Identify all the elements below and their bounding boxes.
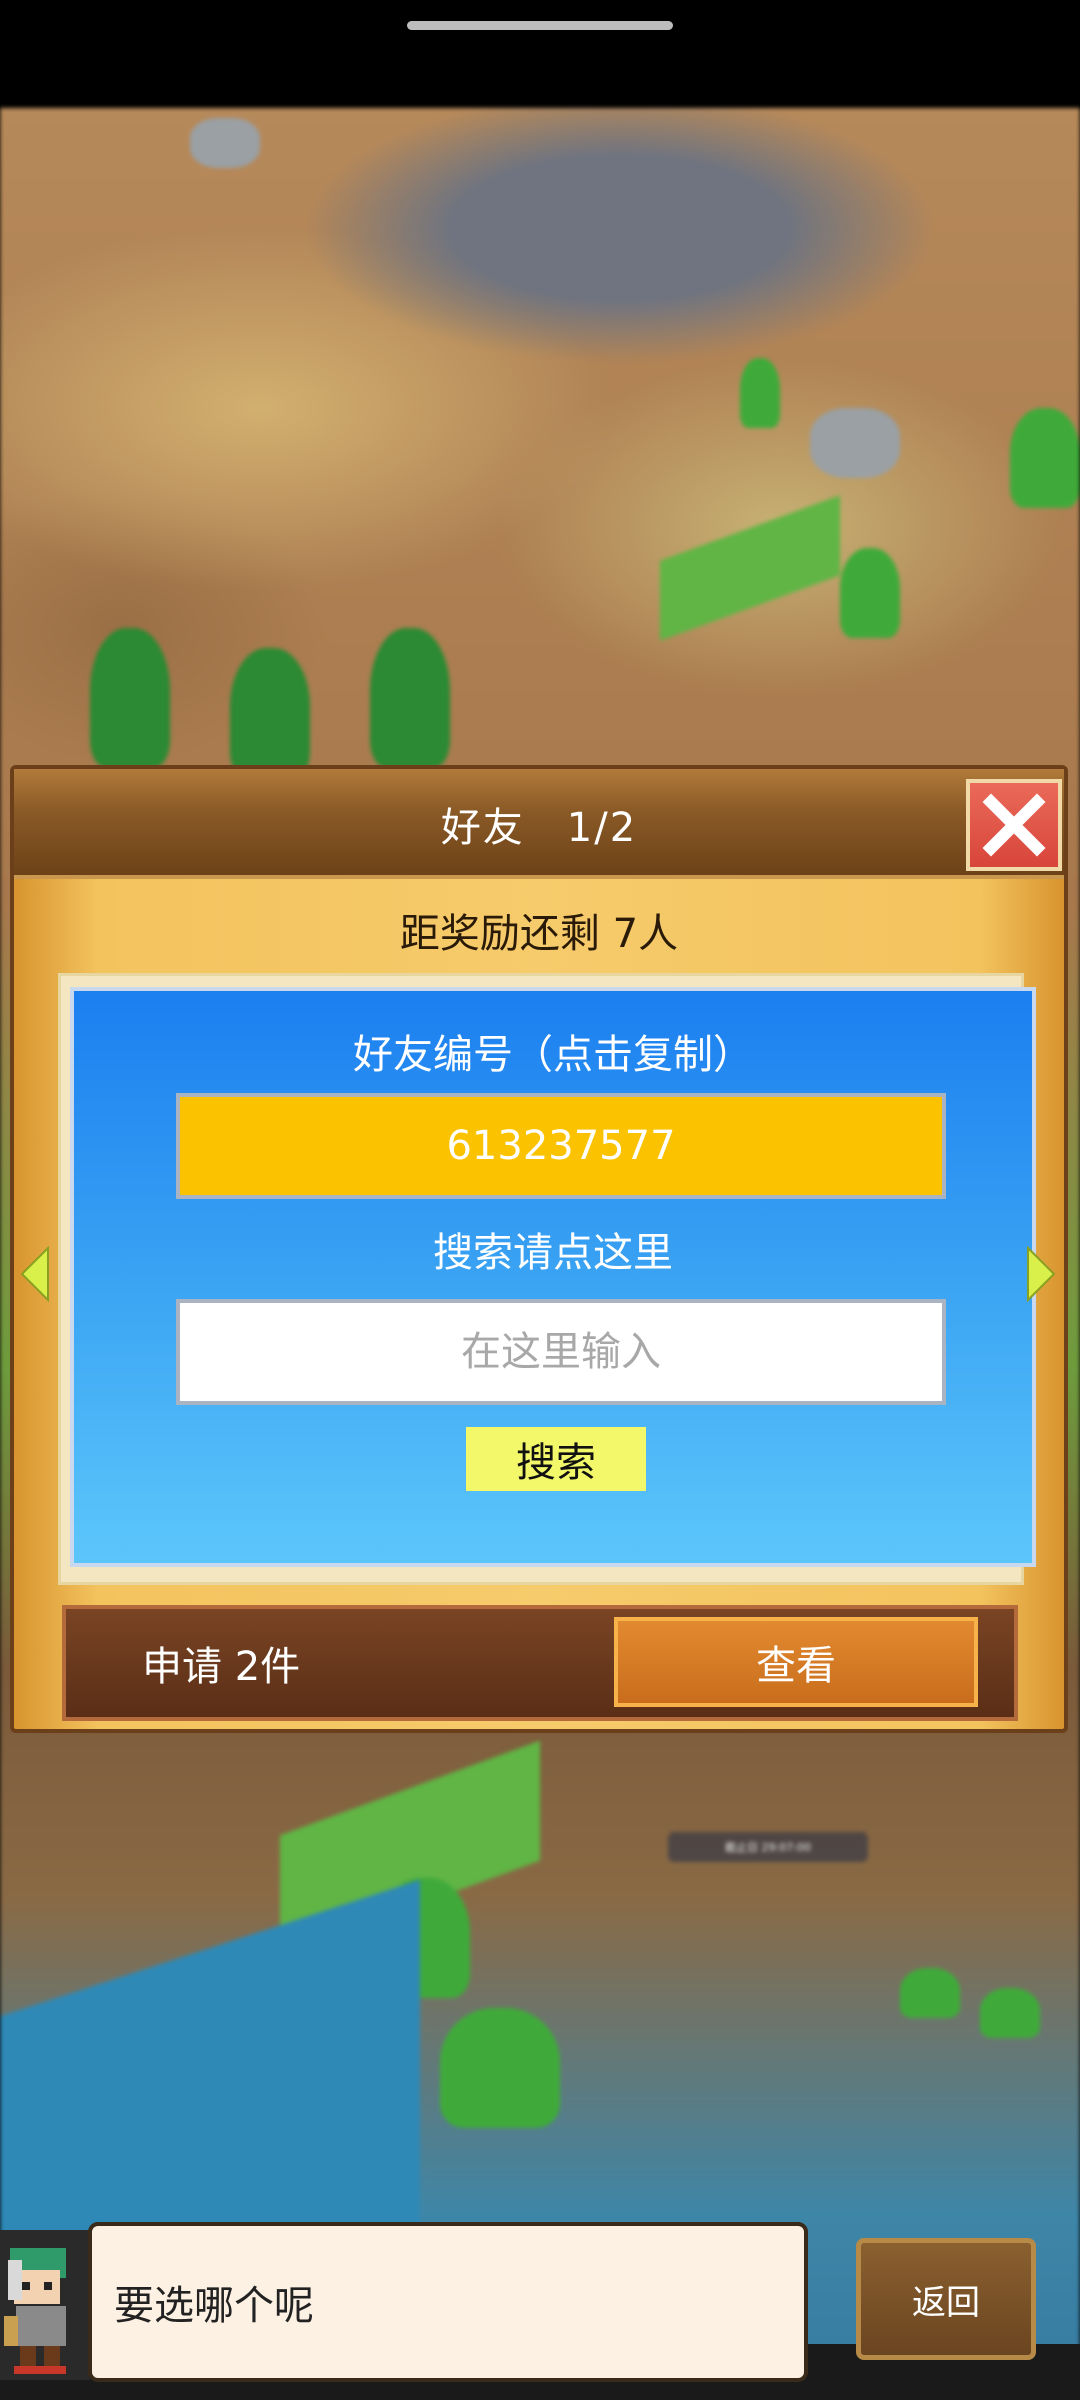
view-requests-button[interactable]: 查看 [614,1617,978,1707]
back-button[interactable]: 返回 [856,2238,1036,2360]
gesture-pill [407,21,673,30]
friend-requests-bar: 申请 2件 查看 [62,1605,1018,1721]
close-icon [982,793,1046,857]
friend-id-panel: 好友编号（点击复制） 613237577 搜索请点这里 搜索 [70,987,1036,1567]
friend-search-input[interactable] [176,1299,946,1405]
right-arrow-icon[interactable] [1026,1246,1056,1302]
map-rock [810,408,900,478]
map-tree [90,628,170,768]
map-tree [900,1968,960,2018]
dialog-title: 好友 1/2 [440,805,638,851]
friend-id-copy-box[interactable]: 613237577 [176,1093,946,1199]
map-grass [660,495,840,641]
friend-id-label[interactable]: 好友编号（点击复制） [74,1019,1032,1083]
map-tree [1010,408,1080,508]
search-button[interactable]: 搜索 [466,1427,646,1491]
game-screen: 截止日 29:07:00 好友 1/2 距奖励还剩 7人 好友编号（点击复制） … [0,0,1080,2400]
search-hint: 搜索请点这里 [433,1230,673,1276]
map-tree [840,548,900,638]
npc-speech-bubble: 要选哪个呢 [88,2222,808,2382]
map-tree [740,358,780,428]
map-rock [190,118,260,168]
map-tree [370,628,450,768]
status-bar [0,0,1080,108]
left-arrow-icon[interactable] [20,1246,50,1302]
npc-avatar [0,2230,90,2380]
map-tree [980,1988,1040,2038]
requests-count-text: 申请 2件 [142,1644,301,1690]
map-tree [440,2008,560,2128]
map-tree [230,648,310,778]
friends-dialog: 好友 1/2 距奖励还剩 7人 好友编号（点击复制） 613237577 搜索请… [10,765,1068,1733]
map-deadline-label: 截止日 29:07:00 [668,1832,868,1862]
reward-progress-text: 距奖励还剩 7人 [399,911,679,957]
close-button[interactable] [966,779,1062,871]
